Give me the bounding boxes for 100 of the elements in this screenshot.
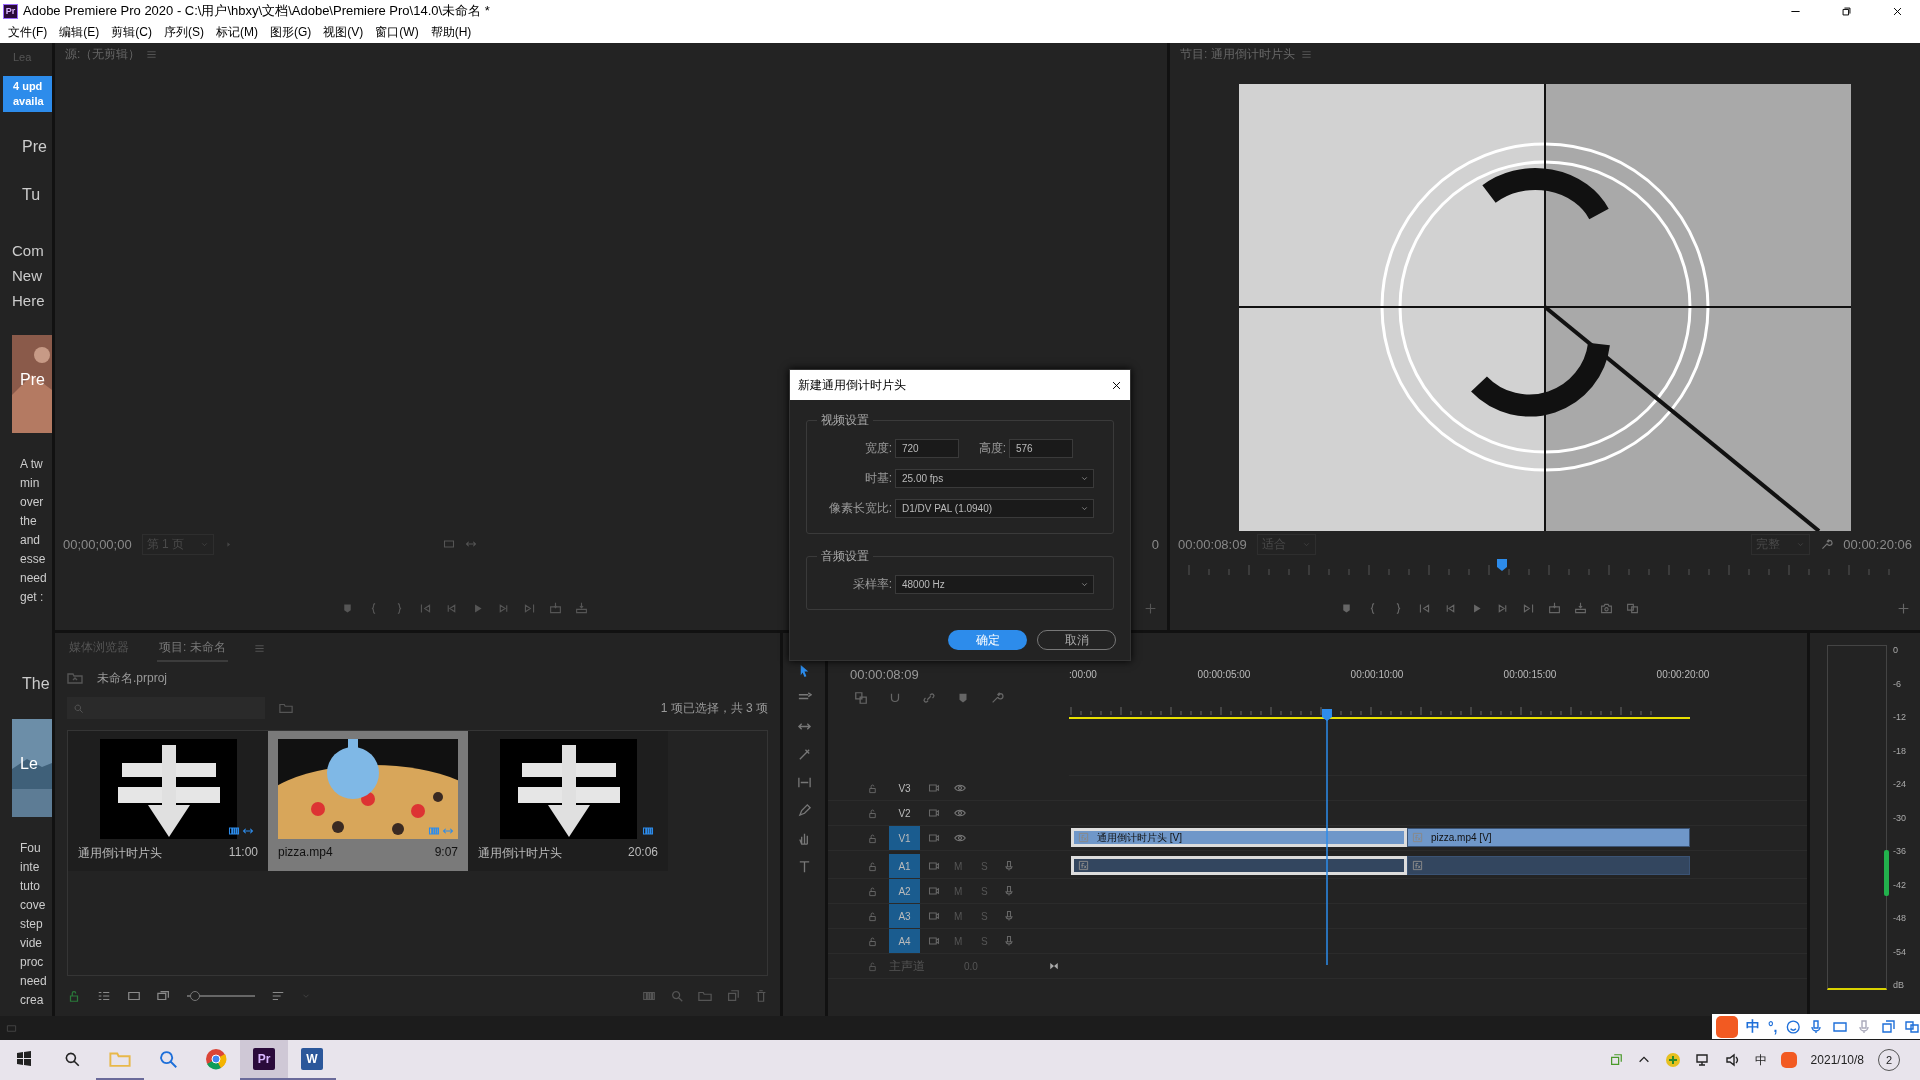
ok-button[interactable]: 确定 bbox=[948, 630, 1027, 650]
list-view-icon[interactable] bbox=[97, 989, 111, 1003]
grid-icon[interactable] bbox=[1904, 1018, 1920, 1035]
menu-item[interactable]: 编辑(E) bbox=[53, 24, 106, 41]
snap-icon[interactable] bbox=[888, 691, 902, 705]
lock-icon[interactable] bbox=[867, 935, 878, 947]
sort-icon[interactable] bbox=[271, 989, 285, 1003]
menu-item[interactable]: 图形(G) bbox=[264, 24, 318, 41]
mic-icon[interactable] bbox=[1003, 885, 1015, 897]
linked-icon[interactable] bbox=[922, 691, 936, 705]
trash-icon[interactable] bbox=[754, 989, 768, 1003]
track-label[interactable]: A3 bbox=[889, 904, 920, 928]
menu-item[interactable]: 窗口(W) bbox=[369, 24, 425, 41]
input-app-icon[interactable] bbox=[1780, 1052, 1797, 1068]
lock-icon[interactable] bbox=[867, 885, 878, 897]
go-to-in-icon[interactable] bbox=[419, 601, 432, 615]
playhead[interactable] bbox=[1320, 709, 1333, 965]
slip-icon[interactable] bbox=[796, 775, 812, 790]
taskbar-button[interactable]: W bbox=[288, 1040, 336, 1080]
media-item[interactable]: pizza.mp4 9:07 bbox=[268, 731, 468, 871]
close-icon[interactable] bbox=[1891, 5, 1903, 17]
punctuation-mode[interactable]: °, bbox=[1768, 1018, 1778, 1035]
nest-icon[interactable] bbox=[854, 691, 868, 705]
menu-item[interactable]: 标记(M) bbox=[210, 24, 264, 41]
panel-tab[interactable]: 项目: 未命名 bbox=[157, 634, 228, 662]
input-mode[interactable]: 中 bbox=[1746, 1017, 1760, 1036]
video-clip[interactable]: pizza.mp4 [V] bbox=[1407, 828, 1690, 847]
plus-icon[interactable] bbox=[1144, 601, 1157, 615]
panel-title[interactable]: 节目: 通用倒计时片头 bbox=[1180, 45, 1295, 63]
overwrite-icon[interactable] bbox=[1574, 601, 1587, 615]
go-to-out-icon[interactable] bbox=[523, 601, 536, 615]
lock-icon[interactable] bbox=[867, 782, 878, 794]
video-clip[interactable]: 通用倒计时片头 [V] bbox=[1071, 828, 1407, 847]
track-label[interactable]: A4 bbox=[889, 929, 920, 953]
dropdown[interactable]: D1/DV PAL (1.0940) bbox=[895, 498, 1094, 518]
dropdown[interactable]: 25.00 fps bbox=[895, 468, 1094, 488]
eye-icon[interactable] bbox=[954, 807, 966, 819]
media-item[interactable]: 通用倒计时片头 20:06 bbox=[468, 731, 668, 871]
search-field[interactable] bbox=[67, 697, 265, 719]
start-icon[interactable] bbox=[16, 1051, 32, 1067]
folder-up-icon[interactable] bbox=[67, 670, 83, 686]
audio-clip[interactable] bbox=[1407, 856, 1690, 875]
volume-icon[interactable] bbox=[1724, 1052, 1741, 1068]
menu-item[interactable]: 剪辑(C) bbox=[105, 24, 158, 41]
lock-icon[interactable] bbox=[867, 960, 878, 972]
menu-icon[interactable] bbox=[1300, 48, 1312, 60]
lock-icon[interactable] bbox=[867, 807, 878, 819]
mic-icon[interactable] bbox=[1003, 935, 1015, 947]
icon-view-icon[interactable] bbox=[127, 989, 141, 1003]
search-icon[interactable] bbox=[63, 1050, 81, 1068]
pen-icon[interactable] bbox=[796, 803, 812, 818]
menu-icon[interactable] bbox=[146, 48, 158, 60]
find-icon[interactable] bbox=[670, 989, 684, 1003]
camera-icon[interactable] bbox=[1600, 601, 1613, 615]
lock-icon[interactable] bbox=[867, 910, 878, 922]
menu-icon[interactable] bbox=[253, 642, 265, 654]
input-app-icon[interactable] bbox=[1716, 1015, 1738, 1038]
menu-item[interactable]: 帮助(H) bbox=[424, 24, 478, 41]
new-item-icon[interactable] bbox=[726, 989, 740, 1003]
eye-icon[interactable] bbox=[954, 832, 966, 844]
input-field[interactable]: 720 bbox=[895, 438, 959, 458]
input-method[interactable]: 中 bbox=[1754, 1051, 1767, 1069]
plus-icon[interactable] bbox=[1897, 601, 1910, 615]
marker-icon[interactable] bbox=[341, 601, 354, 615]
menu-item[interactable]: 视图(V) bbox=[317, 24, 370, 41]
insert-icon[interactable] bbox=[549, 601, 562, 615]
track-label[interactable]: A1 bbox=[889, 854, 920, 878]
wrench-icon[interactable] bbox=[1820, 537, 1834, 551]
track-label[interactable]: V1 bbox=[889, 826, 920, 850]
freeform-view-icon[interactable] bbox=[157, 989, 171, 1003]
compare-icon[interactable] bbox=[1626, 601, 1639, 615]
mic-icon[interactable] bbox=[1808, 1018, 1824, 1035]
new-bin-icon[interactable] bbox=[698, 989, 712, 1003]
insert-icon[interactable] bbox=[1548, 601, 1561, 615]
taskbar-button[interactable]: Pr bbox=[240, 1040, 288, 1080]
mic-icon[interactable] bbox=[1003, 910, 1015, 922]
close-icon[interactable] bbox=[1111, 379, 1122, 391]
lock-icon[interactable] bbox=[867, 832, 878, 844]
menu-item[interactable]: 序列(S) bbox=[158, 24, 210, 41]
clock-date[interactable]: 2021/10/8 bbox=[1810, 1053, 1864, 1067]
track-label[interactable]: V3 bbox=[889, 776, 920, 800]
eye-icon[interactable] bbox=[954, 782, 966, 794]
dropdown[interactable]: 48000 Hz bbox=[895, 574, 1094, 594]
go-to-out-icon[interactable] bbox=[1522, 601, 1535, 615]
bowtie-icon[interactable] bbox=[1049, 961, 1059, 971]
track-label[interactable]: A2 bbox=[889, 879, 920, 903]
overwrite-icon[interactable] bbox=[575, 601, 588, 615]
slider-thumb[interactable] bbox=[189, 991, 200, 1001]
mic-icon[interactable] bbox=[1003, 860, 1015, 872]
automate-icon[interactable] bbox=[642, 989, 656, 1003]
smiley-icon[interactable] bbox=[1785, 1018, 1800, 1035]
lock-icon[interactable] bbox=[867, 860, 878, 872]
usb-icon[interactable] bbox=[1608, 1053, 1623, 1067]
restore-icon[interactable] bbox=[1840, 5, 1852, 17]
track-label[interactable]: V2 bbox=[889, 801, 920, 825]
menu-item[interactable]: 文件(F) bbox=[2, 24, 54, 41]
wrench-icon[interactable] bbox=[990, 691, 1004, 705]
media-item[interactable]: 通用倒计时片头 11:00 bbox=[68, 731, 268, 871]
update-banner[interactable]: 4 upd availa bbox=[3, 76, 52, 112]
go-to-in-icon[interactable] bbox=[1418, 601, 1431, 615]
